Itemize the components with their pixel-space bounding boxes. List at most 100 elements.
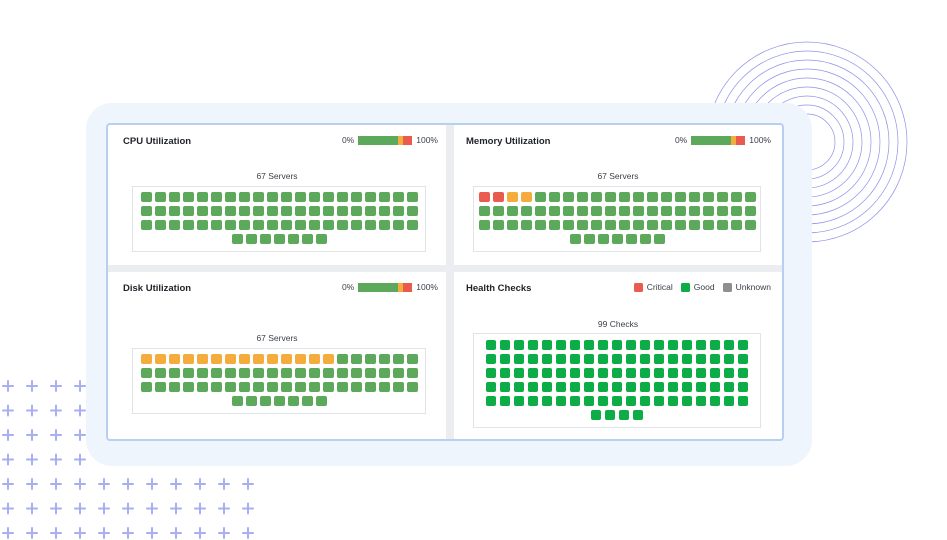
check-cell-health_good[interactable] xyxy=(738,354,748,364)
server-cell-good[interactable] xyxy=(308,382,320,392)
server-cell-good[interactable] xyxy=(294,368,306,378)
server-cell-good[interactable] xyxy=(273,396,285,406)
check-cell-health_good[interactable] xyxy=(654,396,664,406)
server-cell-good[interactable] xyxy=(660,192,672,202)
check-cell-health_good[interactable] xyxy=(486,368,496,378)
check-cell-health_good[interactable] xyxy=(598,368,608,378)
check-cell-health_good[interactable] xyxy=(500,354,510,364)
server-cell-good[interactable] xyxy=(618,220,630,230)
check-cell-health_good[interactable] xyxy=(500,396,510,406)
server-cell-good[interactable] xyxy=(336,368,348,378)
server-cell-good[interactable] xyxy=(322,382,334,392)
server-cell-good[interactable] xyxy=(210,368,222,378)
server-cell-good[interactable] xyxy=(252,368,264,378)
server-cell-good[interactable] xyxy=(583,234,595,244)
server-cell-good[interactable] xyxy=(364,354,376,364)
disk-utilization-panel[interactable]: Disk Utilization 0% 100% 67 Servers xyxy=(108,272,446,439)
check-cell-health_good[interactable] xyxy=(654,382,664,392)
check-cell-health_good[interactable] xyxy=(654,368,664,378)
server-cell-good[interactable] xyxy=(266,206,278,216)
server-cell-warning[interactable] xyxy=(210,354,222,364)
server-cell-good[interactable] xyxy=(154,192,166,202)
server-cell-good[interactable] xyxy=(182,220,194,230)
server-cell-good[interactable] xyxy=(520,206,532,216)
check-cell-health_good[interactable] xyxy=(633,410,643,420)
check-cell-health_good[interactable] xyxy=(570,354,580,364)
server-cell-good[interactable] xyxy=(252,220,264,230)
server-cell-good[interactable] xyxy=(406,354,418,364)
server-cell-good[interactable] xyxy=(238,220,250,230)
check-cell-health_good[interactable] xyxy=(556,340,566,350)
check-cell-health_good[interactable] xyxy=(710,368,720,378)
server-cell-good[interactable] xyxy=(590,220,602,230)
check-cell-health_good[interactable] xyxy=(542,340,552,350)
server-cell-good[interactable] xyxy=(224,192,236,202)
server-cell-good[interactable] xyxy=(231,396,243,406)
server-cell-good[interactable] xyxy=(378,220,390,230)
server-cell-good[interactable] xyxy=(168,192,180,202)
server-cell-warning[interactable] xyxy=(238,354,250,364)
server-cell-good[interactable] xyxy=(350,220,362,230)
server-cell-good[interactable] xyxy=(294,220,306,230)
server-cell-good[interactable] xyxy=(625,234,637,244)
server-cell-good[interactable] xyxy=(716,220,728,230)
server-cell-warning[interactable] xyxy=(182,354,194,364)
server-cell-good[interactable] xyxy=(632,192,644,202)
server-cell-good[interactable] xyxy=(364,192,376,202)
server-cell-good[interactable] xyxy=(576,220,588,230)
server-cell-good[interactable] xyxy=(392,206,404,216)
server-cell-good[interactable] xyxy=(210,206,222,216)
server-cell-good[interactable] xyxy=(562,192,574,202)
server-cell-good[interactable] xyxy=(730,192,742,202)
server-cell-good[interactable] xyxy=(406,382,418,392)
server-cell-good[interactable] xyxy=(674,220,686,230)
server-cell-good[interactable] xyxy=(646,220,658,230)
server-cell-good[interactable] xyxy=(392,382,404,392)
server-cell-good[interactable] xyxy=(231,234,243,244)
server-cell-good[interactable] xyxy=(646,206,658,216)
server-cell-good[interactable] xyxy=(406,206,418,216)
server-cell-good[interactable] xyxy=(350,368,362,378)
check-cell-health_good[interactable] xyxy=(591,410,601,420)
check-cell-health_good[interactable] xyxy=(556,396,566,406)
server-cell-good[interactable] xyxy=(350,354,362,364)
server-cell-good[interactable] xyxy=(406,192,418,202)
server-cell-good[interactable] xyxy=(266,192,278,202)
server-cell-critical[interactable] xyxy=(478,192,490,202)
check-cell-health_good[interactable] xyxy=(668,382,678,392)
server-cell-warning[interactable] xyxy=(140,354,152,364)
server-cell-good[interactable] xyxy=(140,368,152,378)
check-cell-health_good[interactable] xyxy=(556,368,566,378)
server-cell-good[interactable] xyxy=(308,220,320,230)
server-cell-good[interactable] xyxy=(702,192,714,202)
server-cell-good[interactable] xyxy=(196,192,208,202)
check-cell-health_good[interactable] xyxy=(570,382,580,392)
check-cell-health_good[interactable] xyxy=(528,368,538,378)
server-cell-good[interactable] xyxy=(266,382,278,392)
server-cell-warning[interactable] xyxy=(168,354,180,364)
server-cell-good[interactable] xyxy=(280,368,292,378)
server-cell-good[interactable] xyxy=(224,382,236,392)
server-cell-good[interactable] xyxy=(224,220,236,230)
server-cell-good[interactable] xyxy=(182,368,194,378)
server-cell-good[interactable] xyxy=(702,220,714,230)
server-cell-good[interactable] xyxy=(590,192,602,202)
server-cell-warning[interactable] xyxy=(252,354,264,364)
server-cell-good[interactable] xyxy=(548,206,560,216)
server-cell-good[interactable] xyxy=(322,220,334,230)
check-cell-health_good[interactable] xyxy=(626,340,636,350)
check-cell-health_good[interactable] xyxy=(598,340,608,350)
server-cell-good[interactable] xyxy=(520,220,532,230)
check-cell-health_good[interactable] xyxy=(724,396,734,406)
server-cell-good[interactable] xyxy=(478,220,490,230)
server-cell-good[interactable] xyxy=(492,220,504,230)
server-cell-good[interactable] xyxy=(238,382,250,392)
server-cell-good[interactable] xyxy=(534,206,546,216)
server-cell-good[interactable] xyxy=(140,192,152,202)
check-cell-health_good[interactable] xyxy=(556,354,566,364)
server-cell-good[interactable] xyxy=(716,192,728,202)
check-cell-health_good[interactable] xyxy=(528,354,538,364)
server-cell-good[interactable] xyxy=(336,382,348,392)
check-cell-health_good[interactable] xyxy=(528,396,538,406)
server-cell-good[interactable] xyxy=(576,192,588,202)
